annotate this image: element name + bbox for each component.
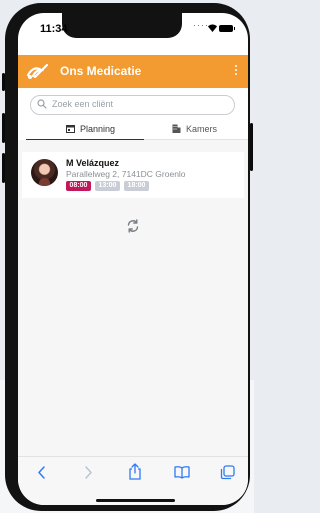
- browser-toolbar: [18, 456, 248, 505]
- chevron-right-icon[interactable]: [82, 465, 94, 480]
- chevron-left-icon[interactable]: [36, 465, 48, 480]
- search-icon: [37, 99, 47, 109]
- client-card[interactable]: M Velázquez Parallelweg 2, 7141DC Groenl…: [22, 152, 244, 198]
- client-name: M Velázquez: [66, 158, 120, 168]
- tab-planning[interactable]: Planning: [26, 121, 144, 140]
- notch: [62, 13, 182, 38]
- app-bar: Ons Medicatie: [18, 55, 248, 88]
- more-menu-icon[interactable]: [232, 63, 240, 80]
- home-indicator: [96, 499, 175, 502]
- phone-side-button: [2, 73, 5, 91]
- search-input[interactable]: Zoek een cliënt: [30, 95, 235, 115]
- share-icon[interactable]: [128, 463, 142, 480]
- wifi-icon: [208, 24, 217, 32]
- time-badge[interactable]: 18:00: [124, 181, 149, 191]
- phone-frame: 11:34 ···· Ons Medicatie Zoek een cliënt: [2, 3, 253, 511]
- time-badge[interactable]: 13:00: [95, 181, 120, 191]
- tabs-icon[interactable]: [220, 465, 235, 480]
- app-logo-icon: [26, 63, 49, 79]
- app-title: Ons Medicatie: [60, 64, 142, 78]
- tab-kamers[interactable]: Kamers: [144, 121, 248, 140]
- calendar-icon: [66, 125, 75, 133]
- battery-icon: [219, 25, 235, 32]
- signal-icon: ····: [193, 20, 209, 30]
- tab-bar: Planning Kamers: [18, 121, 248, 140]
- phone-volume-up-button: [2, 113, 5, 143]
- search-placeholder: Zoek een cliënt: [52, 99, 114, 109]
- time-badge[interactable]: 08:00: [66, 181, 91, 191]
- screen: 11:34 ···· Ons Medicatie Zoek een cliënt: [18, 13, 248, 505]
- book-icon[interactable]: [174, 465, 190, 479]
- client-list: M Velázquez Parallelweg 2, 7141DC Groenl…: [18, 140, 248, 458]
- sync-icon[interactable]: [126, 219, 140, 233]
- tab-planning-label: Planning: [80, 124, 116, 134]
- status-time: 11:34: [40, 23, 68, 35]
- building-icon: [172, 124, 181, 133]
- tab-kamers-label: Kamers: [186, 124, 218, 134]
- phone-power-button: [250, 123, 253, 171]
- status-icons: ····: [193, 20, 241, 36]
- phone-volume-down-button: [2, 153, 5, 183]
- client-address: Parallelweg 2, 7141DC Groenlo: [66, 169, 186, 179]
- avatar: [31, 159, 58, 186]
